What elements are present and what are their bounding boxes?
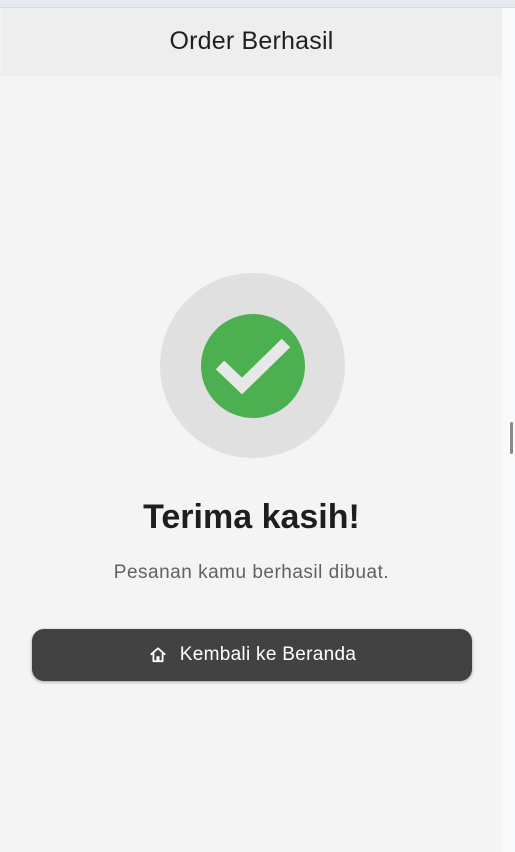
check-icon <box>215 338 290 394</box>
thank-you-heading: Terima kasih! <box>143 498 360 536</box>
check-circle-icon <box>200 313 305 418</box>
home-icon <box>148 645 168 665</box>
back-to-home-button[interactable]: Kembali ke Beranda <box>32 629 472 681</box>
scrollbar-thumb[interactable] <box>510 422 513 454</box>
back-to-home-label: Kembali ke Beranda <box>179 644 357 665</box>
success-badge <box>160 273 345 458</box>
browser-top-strip <box>0 0 515 8</box>
scroll-track[interactable] <box>502 8 515 852</box>
order-success-message: Pesanan kamu berhasil dibuat. <box>113 562 390 583</box>
app-bar: Order Berhasil <box>1 8 502 76</box>
app-screen: Order Berhasil Terima kasih! Pesanan kam… <box>1 8 502 852</box>
page-title: Order Berhasil <box>169 26 334 55</box>
